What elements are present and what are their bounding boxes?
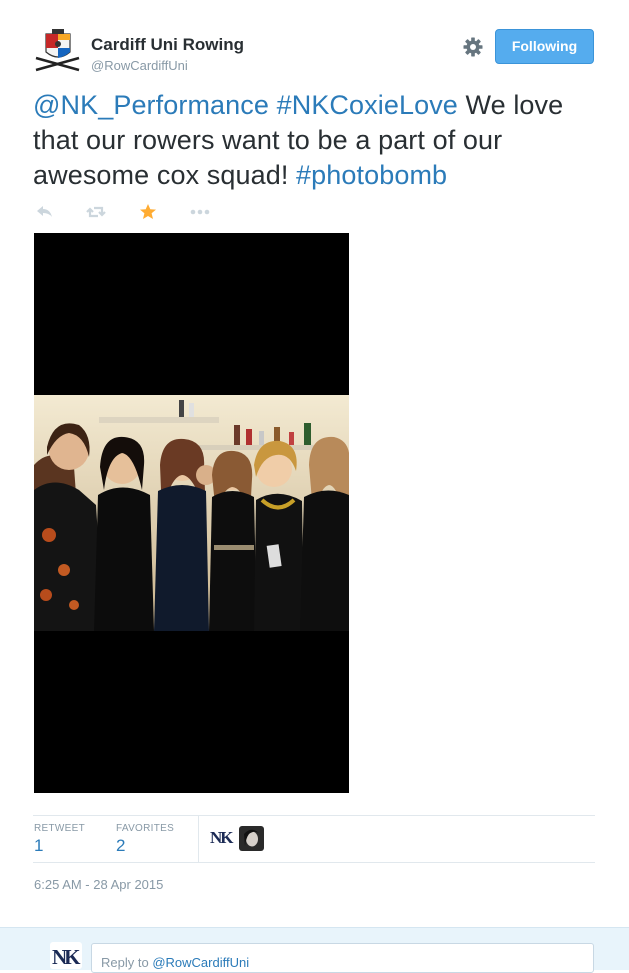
favorites-count[interactable]: 2: [116, 836, 125, 856]
tweet-timestamp: 6:25 AM - 28 Apr 2015: [34, 877, 164, 892]
reply-user-avatar: NK: [50, 942, 82, 969]
reply-icon[interactable]: [34, 201, 56, 223]
hashtag-photobomb-link[interactable]: #photobomb: [296, 160, 447, 190]
favorites-label: FAVORITES: [116, 823, 175, 834]
tweet-header: Cardiff Uni Rowing @RowCardiffUni Follow…: [33, 28, 595, 76]
favoriter-avatar-nk[interactable]: NK: [210, 828, 233, 848]
stats-bottom-divider: [33, 862, 595, 863]
reply-placeholder-prefix: Reply to: [101, 955, 153, 970]
favorite-icon[interactable]: [137, 201, 159, 223]
reply-avatar-logo: NK: [52, 945, 80, 969]
stats-vertical-divider: [198, 816, 199, 862]
following-button[interactable]: Following: [495, 29, 594, 64]
favoriter-avatar[interactable]: [239, 826, 264, 851]
tweet-media[interactable]: [34, 233, 349, 793]
stats-top-divider: [33, 815, 595, 816]
account-name[interactable]: Cardiff Uni Rowing: [91, 35, 244, 55]
more-icon[interactable]: [189, 201, 211, 223]
gear-icon[interactable]: [462, 36, 484, 58]
reply-placeholder-mention: @RowCardiffUni: [152, 955, 250, 970]
mention-link[interactable]: @NK_Performance: [33, 90, 269, 120]
retweet-count[interactable]: 1: [34, 836, 43, 856]
group-photo: [34, 395, 349, 631]
account-handle[interactable]: @RowCardiffUni: [91, 58, 188, 73]
tweet-actions: [34, 201, 234, 223]
account-avatar[interactable]: [33, 28, 83, 74]
retweet-label: RETWEET: [34, 823, 85, 834]
tweet-text: @NK_Performance #NKCoxieLove We love tha…: [33, 88, 603, 193]
hashtag-link[interactable]: #NKCoxieLove: [277, 90, 458, 120]
retweet-icon[interactable]: [85, 201, 107, 223]
